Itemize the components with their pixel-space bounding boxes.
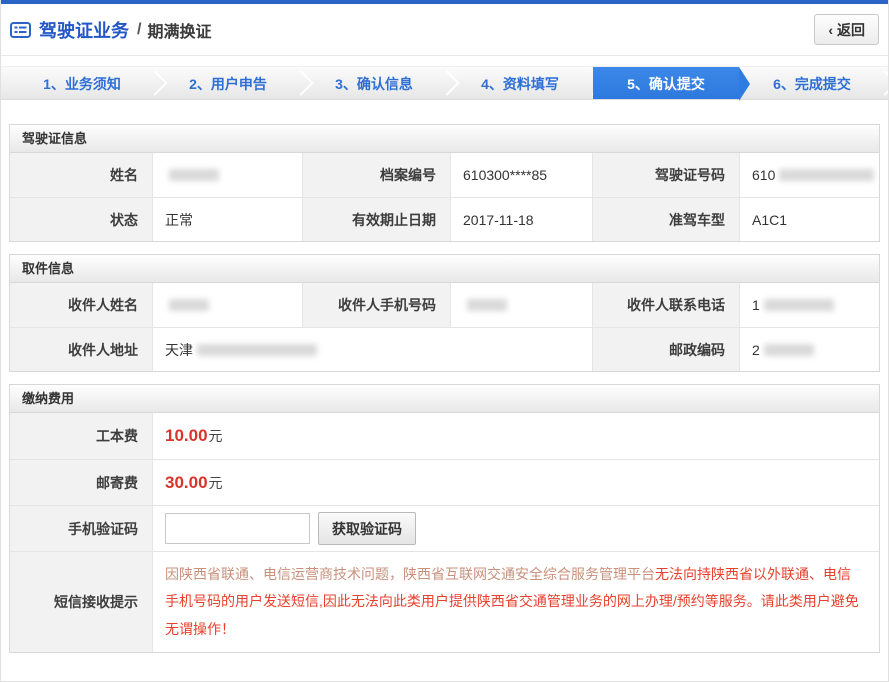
step-tab-4[interactable]: 4、资料填写 bbox=[447, 67, 593, 99]
redaction-blur bbox=[169, 299, 209, 311]
page-title: 驾驶证业务 bbox=[39, 17, 129, 43]
recipient-address-value: 天津 bbox=[152, 328, 592, 371]
redacted-prefix: 610 bbox=[752, 167, 775, 183]
step-tab-1[interactable]: 1、业务须知 bbox=[9, 67, 155, 99]
redaction-blur bbox=[779, 169, 874, 181]
valid-until-value: 2017-11-18 bbox=[450, 198, 592, 241]
recipient-name-value bbox=[152, 283, 302, 327]
postal-code-value: 2 bbox=[739, 328, 879, 371]
sms-code-input[interactable] bbox=[165, 513, 310, 544]
valid-until-label: 有效期止日期 bbox=[302, 198, 450, 241]
page-header: 驾驶证业务 / 期满换证 ‹返回 bbox=[1, 4, 888, 56]
step-tab-2[interactable]: 2、用户申告 bbox=[155, 67, 301, 99]
step-label: 5、确认提交 bbox=[627, 76, 705, 92]
redacted-prefix: 2 bbox=[752, 342, 760, 358]
license-no-label: 驾驶证号码 bbox=[592, 153, 739, 197]
status-label: 状态 bbox=[10, 198, 152, 241]
recipient-mobile-value bbox=[450, 283, 592, 327]
recipient-phone-label: 收件人联系电话 bbox=[592, 283, 739, 327]
postal-code-label: 邮政编码 bbox=[592, 328, 739, 371]
fee-amount: 30.00 bbox=[165, 473, 208, 493]
name-label: 姓名 bbox=[10, 153, 152, 197]
sms-note-value: 因陕西省联通、电信运营商技术问题，陕西省互联网交通安全综合服务管理平台无法向持陕… bbox=[152, 552, 879, 652]
section-title: 缴纳费用 bbox=[10, 385, 879, 413]
license-info-section: 驾驶证信息 姓名 档案编号 610300****85 驾驶证号码 610 状态 … bbox=[9, 124, 880, 242]
page: 驾驶证业务 / 期满换证 ‹返回 1、业务须知 2、用户申告 3、确认信息 4、… bbox=[0, 0, 889, 682]
license-no-value: 610 bbox=[739, 153, 879, 197]
table-row: 姓名 档案编号 610300****85 驾驶证号码 610 bbox=[10, 153, 879, 197]
section-title: 取件信息 bbox=[10, 255, 879, 283]
production-fee-label: 工本费 bbox=[10, 413, 152, 459]
recipient-phone-value: 1 bbox=[739, 283, 879, 327]
fee-unit: 元 bbox=[209, 473, 223, 493]
step-label: 4、资料填写 bbox=[481, 76, 559, 92]
vehicle-class-value: A1C1 bbox=[739, 198, 879, 241]
table-row: 收件人姓名 收件人手机号码 收件人联系电话 1 bbox=[10, 283, 879, 327]
fee-amount: 10.00 bbox=[165, 426, 208, 446]
table-row: 工本费 10.00 元 bbox=[10, 413, 879, 459]
sms-note-label: 短信接收提示 bbox=[10, 552, 152, 652]
table-row: 邮寄费 30.00 元 bbox=[10, 459, 879, 505]
vehicle-class-label: 准驾车型 bbox=[592, 198, 739, 241]
recipient-name-label: 收件人姓名 bbox=[10, 283, 152, 327]
postage-fee-label: 邮寄费 bbox=[10, 460, 152, 505]
back-label: 返回 bbox=[837, 22, 865, 38]
step-label: 3、确认信息 bbox=[335, 76, 413, 92]
step-label: 6、完成提交 bbox=[773, 76, 851, 92]
sms-code-field: 获取验证码 bbox=[152, 506, 879, 551]
back-button[interactable]: ‹返回 bbox=[814, 14, 879, 45]
step-separator-chevron-icon bbox=[872, 70, 889, 95]
step-tab-5-active[interactable]: 5、确认提交 bbox=[593, 67, 739, 99]
table-row: 状态 正常 有效期止日期 2017-11-18 准驾车型 A1C1 bbox=[10, 197, 879, 241]
step-label: 1、业务须知 bbox=[43, 76, 121, 92]
fees-section: 缴纳费用 工本费 10.00 元 邮寄费 30.00 元 手机验证码 获取验证码… bbox=[9, 384, 880, 653]
footer-actions: 上一步 完成 bbox=[1, 653, 888, 682]
recipient-address-label: 收件人地址 bbox=[10, 328, 152, 371]
redaction-blur bbox=[764, 344, 814, 356]
step-label: 2、用户申告 bbox=[189, 76, 267, 92]
step-tab-3[interactable]: 3、确认信息 bbox=[301, 67, 447, 99]
table-row: 收件人地址 天津 邮政编码 2 bbox=[10, 327, 879, 371]
get-code-button[interactable]: 获取验证码 bbox=[318, 512, 416, 545]
redaction-blur bbox=[197, 344, 317, 356]
production-fee-value: 10.00 元 bbox=[152, 413, 879, 459]
sms-note-intro: 因陕西省联通、电信运营商技术问题，陕西省互联网交通安全综合服务管理平台 bbox=[165, 566, 655, 582]
fee-unit: 元 bbox=[209, 426, 223, 446]
postage-fee-value: 30.00 元 bbox=[152, 460, 879, 505]
pickup-info-section: 取件信息 收件人姓名 收件人手机号码 收件人联系电话 1 收件人地址 天津 bbox=[9, 254, 880, 372]
redacted-prefix: 1 bbox=[752, 297, 760, 313]
step-tab-6[interactable]: 6、完成提交 bbox=[739, 67, 885, 99]
redaction-blur bbox=[764, 299, 834, 311]
breadcrumb-separator: / bbox=[137, 21, 141, 39]
breadcrumb-current: 期满换证 bbox=[147, 18, 211, 42]
file-no-value: 610300****85 bbox=[450, 153, 592, 197]
section-title: 驾驶证信息 bbox=[10, 125, 879, 153]
redaction-blur bbox=[169, 169, 219, 181]
status-value: 正常 bbox=[152, 198, 302, 241]
table-row: 短信接收提示 因陕西省联通、电信运营商技术问题，陕西省互联网交通安全综合服务管理… bbox=[10, 551, 879, 652]
name-value bbox=[152, 153, 302, 197]
back-chevron-icon: ‹ bbox=[828, 22, 833, 38]
redacted-prefix: 天津 bbox=[165, 340, 193, 360]
license-card-icon bbox=[10, 22, 31, 38]
sms-code-label: 手机验证码 bbox=[10, 506, 152, 551]
step-wizard-bar: 1、业务须知 2、用户申告 3、确认信息 4、资料填写 5、确认提交 6、完成提… bbox=[1, 66, 888, 100]
table-row: 手机验证码 获取验证码 bbox=[10, 505, 879, 551]
file-no-label: 档案编号 bbox=[302, 153, 450, 197]
recipient-mobile-label: 收件人手机号码 bbox=[302, 283, 450, 327]
redaction-blur bbox=[467, 299, 507, 311]
